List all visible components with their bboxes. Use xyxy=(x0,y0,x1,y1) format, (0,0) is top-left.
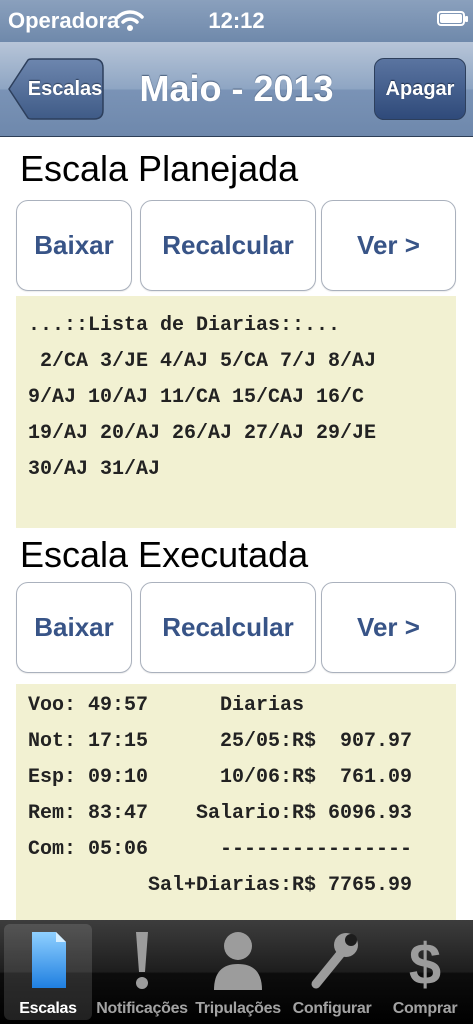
person-icon xyxy=(214,932,262,990)
tab-configurar[interactable]: Configurar xyxy=(288,924,376,1020)
panel-line: 30/AJ 31/AJ xyxy=(28,458,161,481)
status-time: 12:12 xyxy=(208,8,265,33)
planned-recalculate-button[interactable]: Recalcular xyxy=(140,200,316,291)
panel-line: Voo: 49:57 Diarias xyxy=(28,694,305,717)
panel-line: Rem: 83:47 Salario:R$ 6096.93 xyxy=(28,802,413,825)
tab-escalas[interactable]: Escalas xyxy=(4,924,92,1020)
exclamation-icon xyxy=(136,932,148,989)
tab-bar: Escalas Notificações Tripulações Configu… xyxy=(0,920,473,1024)
tab-label: Tripulações xyxy=(195,1000,281,1017)
tab-comprar[interactable]: $ Comprar xyxy=(380,924,470,1020)
svg-text:$: $ xyxy=(409,932,441,992)
tab-label: Configurar xyxy=(292,1000,372,1017)
tab-label: Escalas xyxy=(19,1000,77,1017)
panel-line: Esp: 09:10 10/06:R$ 761.09 xyxy=(28,766,413,789)
status-bar: Operadora 12:12 xyxy=(0,0,473,42)
battery-icon xyxy=(437,11,468,26)
panel-line: 19/AJ 20/AJ 26/AJ 27/AJ 29/JE xyxy=(28,422,377,445)
delete-button[interactable]: Apagar xyxy=(374,58,466,120)
panel-line: Com: 05:06 ---------------- xyxy=(28,838,413,861)
planned-download-button[interactable]: Baixar xyxy=(16,200,132,291)
tab-tripulacoes[interactable]: Tripulações xyxy=(192,924,284,1020)
panel-line: Sal+Diarias:R$ 7765.99 xyxy=(28,874,413,897)
planned-schedule-heading: Escala Planejada xyxy=(20,148,299,189)
tab-label: Comprar xyxy=(392,1000,458,1017)
planned-view-button[interactable]: Ver > xyxy=(321,200,456,291)
wrench-icon xyxy=(311,933,358,989)
executed-summary-panel: Voo: 49:57 Diarias Not: 17:15 25/05:R$ 9… xyxy=(16,684,456,920)
navigation-bar: Escalas Maio - 2013 Apagar xyxy=(0,42,473,137)
tab-label: Notificações xyxy=(96,1000,188,1017)
dollar-icon: $ xyxy=(409,932,441,992)
tab-notificacoes[interactable]: Notificações xyxy=(96,924,188,1020)
executed-download-button[interactable]: Baixar xyxy=(16,582,132,673)
panel-line: ...::Lista de Diarias::... xyxy=(28,314,341,337)
planned-daily-list-panel: ...::Lista de Diarias::... 2/CA 3/JE 4/A… xyxy=(16,296,456,528)
document-icon xyxy=(32,932,66,988)
panel-line: 2/CA 3/JE 4/AJ 5/CA 7/J 8/AJ xyxy=(28,350,377,373)
panel-line: Not: 17:15 25/05:R$ 907.97 xyxy=(28,730,413,753)
executed-schedule-heading: Escala Executada xyxy=(20,534,309,575)
panel-line: 9/AJ 10/AJ 11/CA 15/CAJ 16/C xyxy=(28,386,365,409)
executed-view-button[interactable]: Ver > xyxy=(321,582,456,673)
executed-recalculate-button[interactable]: Recalcular xyxy=(140,582,316,673)
